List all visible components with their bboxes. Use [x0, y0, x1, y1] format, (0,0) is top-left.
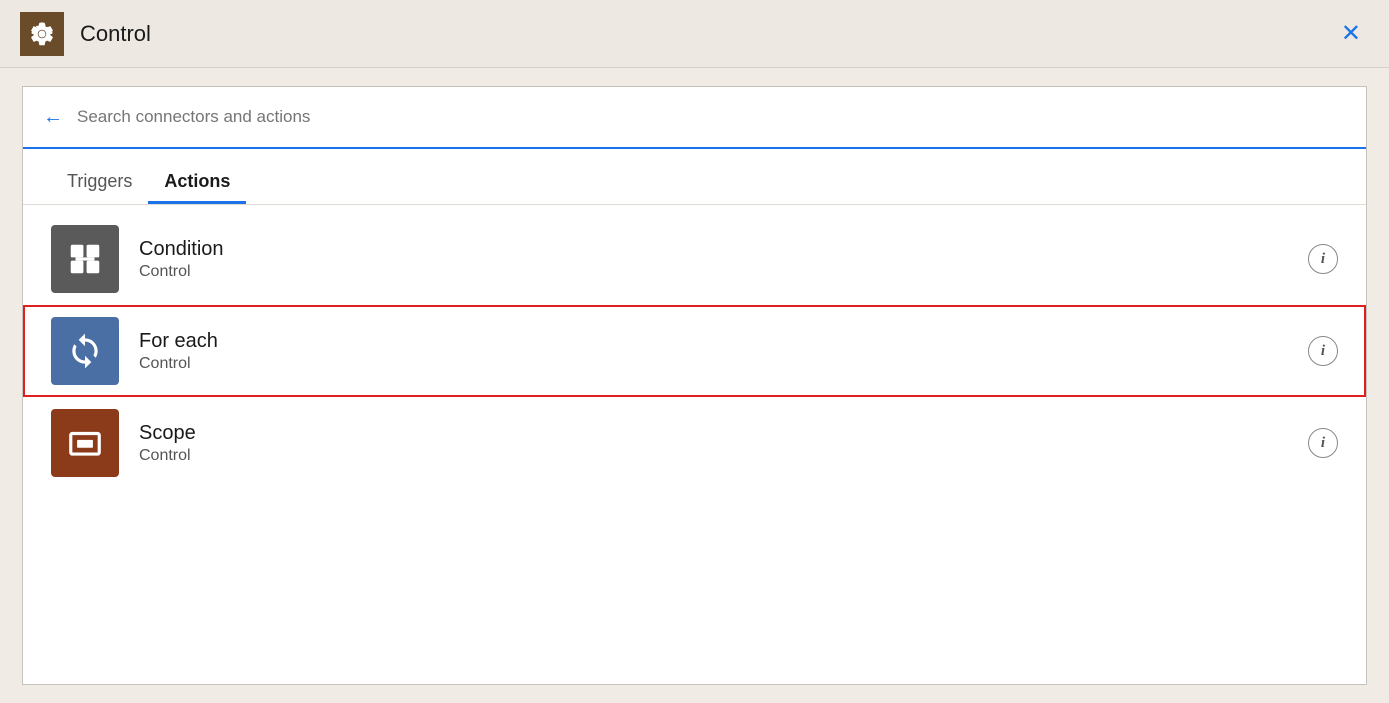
back-button[interactable]: ← [43, 107, 63, 127]
for-each-text: For each Control [139, 330, 1308, 373]
scope-icon [51, 409, 119, 477]
for-each-sub: Control [139, 355, 1308, 373]
action-item-condition[interactable]: Condition Control i [23, 213, 1366, 305]
condition-info-button[interactable]: i [1308, 244, 1338, 274]
scope-info-button[interactable]: i [1308, 428, 1338, 458]
scope-sub: Control [139, 447, 1308, 465]
actions-list: Condition Control i For each Control i [23, 205, 1366, 684]
header: Control ✕ [0, 0, 1389, 68]
tab-actions[interactable]: Actions [148, 153, 246, 204]
header-icon [20, 12, 64, 56]
search-input[interactable] [77, 107, 1346, 127]
condition-sub: Control [139, 263, 1308, 281]
action-item-scope[interactable]: Scope Control i [23, 397, 1366, 489]
for-each-name: For each [139, 330, 1308, 353]
header-title: Control [80, 21, 1333, 47]
close-button[interactable]: ✕ [1333, 14, 1369, 54]
tab-bar: Triggers Actions [23, 153, 1366, 205]
condition-text: Condition Control [139, 238, 1308, 281]
action-item-for-each[interactable]: For each Control i [23, 305, 1366, 397]
search-bar: ← [23, 87, 1366, 149]
condition-name: Condition [139, 238, 1308, 261]
for-each-icon [51, 317, 119, 385]
main-panel: ← Triggers Actions Condition [22, 86, 1367, 685]
for-each-info-button[interactable]: i [1308, 336, 1338, 366]
scope-text: Scope Control [139, 422, 1308, 465]
tab-triggers[interactable]: Triggers [51, 153, 148, 204]
condition-icon [51, 225, 119, 293]
scope-name: Scope [139, 422, 1308, 445]
